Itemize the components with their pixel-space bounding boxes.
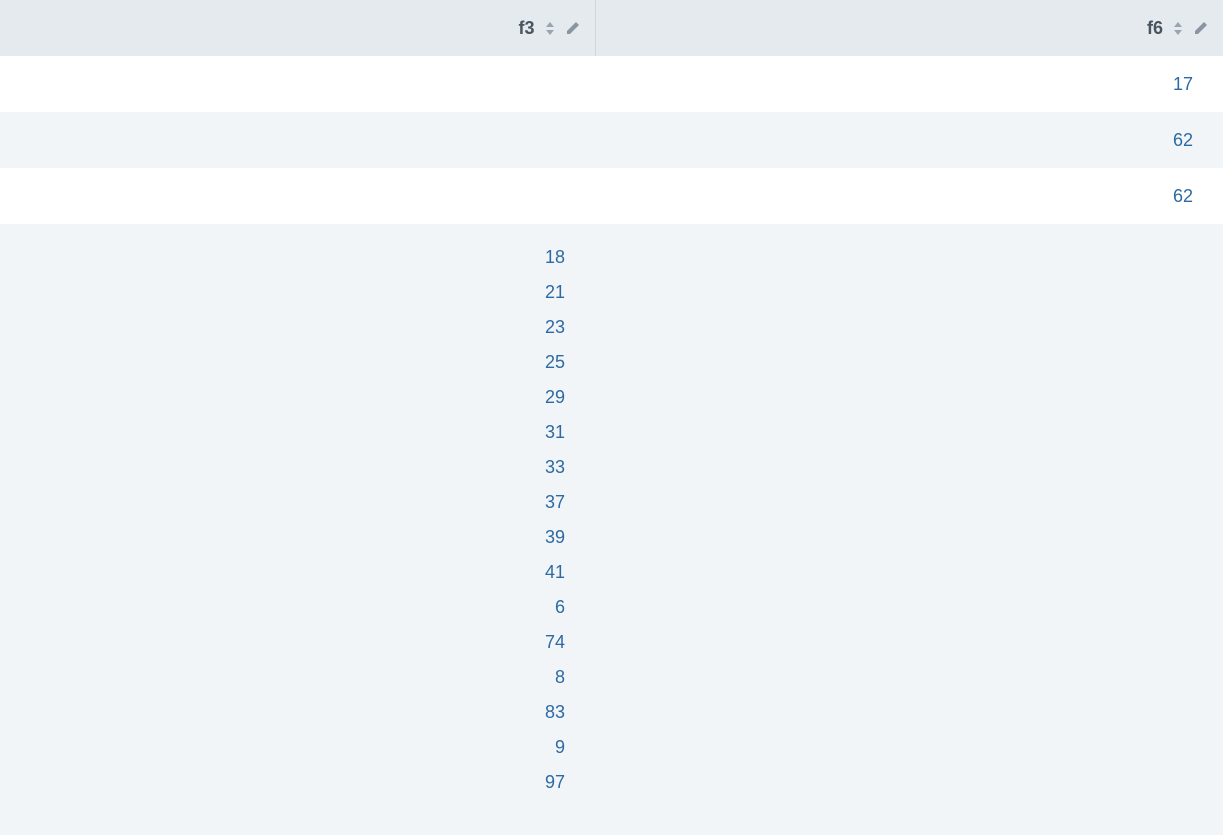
table-row[interactable]: 17 [0,56,1223,112]
list-value: 39 [0,520,565,555]
cell-f3[interactable] [0,112,595,168]
table-row[interactable]: 62 [0,112,1223,168]
cell-f3[interactable] [0,56,595,112]
column-header-f3[interactable]: f3 [0,0,595,56]
column-label: f3 [518,18,534,39]
pencil-icon[interactable] [565,20,581,36]
cell-f6[interactable]: 17 [595,56,1223,112]
cell-f6[interactable]: 62 [595,112,1223,168]
column-label: f6 [1147,18,1163,39]
table-body: 17626218212325293133373941674883997 [0,56,1223,800]
header-row: f3 f6 [0,0,1223,56]
list-value: 74 [0,625,565,660]
list-value: 21 [0,275,565,310]
list-value: 37 [0,485,565,520]
cell-f6[interactable]: 62 [595,168,1223,224]
table-row[interactable]: 18212325293133373941674883997 [0,224,1223,800]
list-value: 25 [0,345,565,380]
sort-icon[interactable] [1173,22,1183,35]
table-row[interactable]: 62 [0,168,1223,224]
list-value: 8 [0,660,565,695]
list-value: 83 [0,695,565,730]
list-value: 29 [0,380,565,415]
column-header-f6[interactable]: f6 [595,0,1223,56]
pencil-icon[interactable] [1193,20,1209,36]
cell-f3-list[interactable]: 18212325293133373941674883997 [0,224,595,800]
list-value: 18 [0,240,565,275]
list-value: 9 [0,730,565,765]
list-value: 33 [0,450,565,485]
list-value: 6 [0,590,565,625]
sort-icon[interactable] [545,22,555,35]
data-table: f3 f6 [0,0,1223,800]
list-value: 97 [0,765,565,800]
list-value: 41 [0,555,565,590]
list-value: 23 [0,310,565,345]
cell-f3[interactable] [0,168,595,224]
cell-f6[interactable] [595,224,1223,800]
list-value: 31 [0,415,565,450]
